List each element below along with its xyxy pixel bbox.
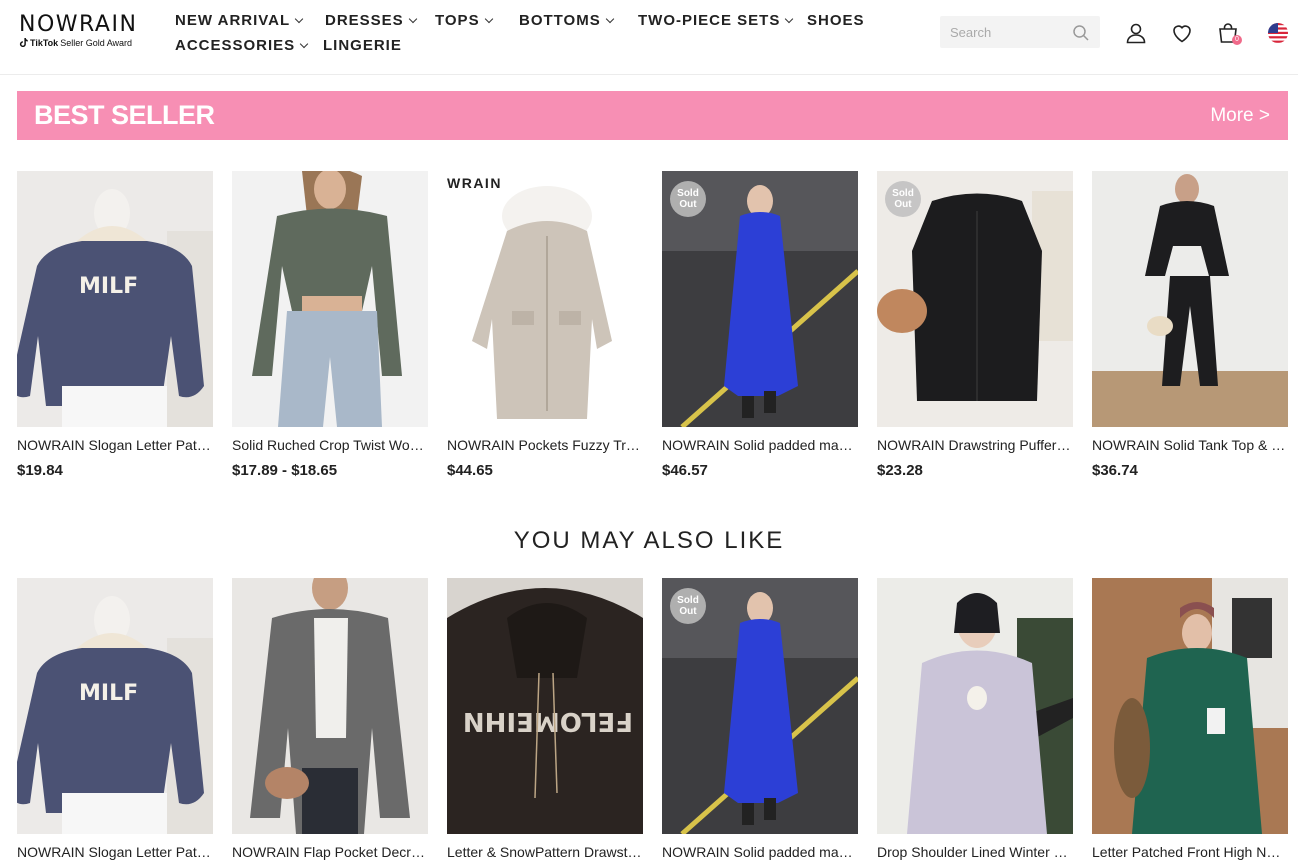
product-name[interactable]: NOWRAIN Pockets Fuzzy Trim Hooded Coat <box>447 437 643 453</box>
product-name[interactable]: NOWRAIN Solid padded maxi puffer coat <box>662 437 858 453</box>
product-card[interactable]: NOWRAIN Solid Tank Top & Jogger Set $36.… <box>1092 171 1288 479</box>
nav-label: LINGERIE <box>323 37 402 54</box>
product-card[interactable]: Sold Out NOWRAIN Solid padded maxi puffe… <box>662 578 858 860</box>
nav-label: TOPS <box>435 12 480 29</box>
product-name[interactable]: Letter & SnowPattern Drawstring Hoodie <box>447 844 643 860</box>
nav-label: DRESSES <box>325 12 404 29</box>
nav-label: NEW ARRIVAL <box>175 12 291 29</box>
cart-count-badge: 0 <box>1232 35 1242 45</box>
product-price: $17.89 - $18.65 <box>232 462 338 479</box>
product-image[interactable]: MILF <box>17 171 213 427</box>
more-link[interactable]: More > <box>1210 105 1270 127</box>
sold-out-badge: Sold Out <box>670 181 706 217</box>
nav-label: TWO-PIECE SETS <box>638 12 781 29</box>
product-card[interactable]: WRAIN NOWRAIN Pockets Fuzzy Trim Hooded … <box>447 171 643 479</box>
us-flag-icon[interactable] <box>1267 22 1289 44</box>
chevron-down-icon <box>605 14 614 23</box>
product-name[interactable]: NOWRAIN Slogan Letter Patched Hoodie <box>17 437 213 453</box>
chevron-down-icon <box>484 14 493 23</box>
chevron-down-icon <box>408 14 417 23</box>
product-card[interactable]: Sold Out NOWRAIN Drawstring Puffer Vest … <box>877 171 1073 479</box>
sold-out-badge: Sold Out <box>885 181 921 217</box>
nav-two-piece-sets[interactable]: TWO-PIECE SETS <box>638 12 794 29</box>
logo-wordmark: NOWRAIN <box>19 12 138 37</box>
product-image[interactable]: Sold Out <box>662 578 858 834</box>
you-may-also-like-title: YOU MAY ALSO LIKE <box>513 527 785 554</box>
chevron-down-icon <box>785 14 794 23</box>
product-name[interactable]: NOWRAIN Drawstring Puffer Vest <box>877 437 1073 453</box>
product-price: $23.28 <box>877 462 923 479</box>
product-card[interactable]: MILF NOWRAIN Slogan Letter Patched Hoodi… <box>17 171 213 479</box>
product-price: $46.57 <box>662 462 708 479</box>
product-image[interactable]: FELOMEIHN <box>447 578 643 834</box>
product-name[interactable]: NOWRAIN Flap Pocket Decro Jacket <box>232 844 428 860</box>
chevron-down-icon <box>294 14 304 23</box>
product-name[interactable]: NOWRAIN Solid padded maxi puffer coat <box>662 844 858 860</box>
product-card[interactable]: Letter Patched Front High Neck Jacket <box>1092 578 1288 860</box>
product-name[interactable]: NOWRAIN Solid Tank Top & Jogger Set <box>1092 437 1288 453</box>
cart-button[interactable]: 0 <box>1216 21 1242 45</box>
site-header: NOWRAIN TikTok Seller Gold Award NEW ARR… <box>0 0 1298 75</box>
product-name[interactable]: Solid Ruched Crop Twist Women Top <box>232 437 428 453</box>
logo-award-tag: TikTok Seller Gold Award <box>19 38 149 48</box>
search-icon[interactable] <box>1072 24 1090 42</box>
nav-new-arrival[interactable]: NEW ARRIVAL <box>175 12 304 29</box>
product-name[interactable]: NOWRAIN Slogan Letter Patched Hoodie <box>17 844 213 860</box>
best-seller-title: BEST SELLER <box>34 100 215 130</box>
product-card[interactable]: NOWRAIN Flap Pocket Decro Jacket <box>232 578 428 860</box>
nav-tops[interactable]: TOPS <box>435 12 493 29</box>
product-image[interactable] <box>877 578 1073 834</box>
product-card[interactable]: Drop Shoulder Lined Winter Coat <box>877 578 1073 860</box>
product-image[interactable] <box>232 171 428 427</box>
nav-dresses[interactable]: DRESSES <box>325 12 417 29</box>
product-image[interactable] <box>1092 171 1288 427</box>
nav-lingerie[interactable]: LINGERIE <box>323 37 402 54</box>
product-name[interactable]: Drop Shoulder Lined Winter Coat <box>877 844 1073 860</box>
search-box <box>940 16 1100 48</box>
svg-text:FELOMEIHN: FELOMEIHN <box>463 706 633 736</box>
logo-tag-brand: TikTok <box>30 38 59 48</box>
nav-label: SHOES <box>807 12 865 29</box>
product-image[interactable]: MILF <box>17 578 213 834</box>
svg-text:MILF: MILF <box>79 681 138 706</box>
nav-accessories[interactable]: ACCESSORIES <box>175 37 309 54</box>
account-icon[interactable] <box>1124 21 1148 45</box>
product-price: $44.65 <box>447 462 493 479</box>
logo[interactable]: NOWRAIN TikTok Seller Gold Award <box>19 12 149 49</box>
sold-out-badge: Sold Out <box>670 588 706 624</box>
nav-shoes[interactable]: SHOES <box>807 12 865 29</box>
tiktok-icon <box>19 38 28 48</box>
best-seller-banner: BEST SELLER More > <box>17 91 1288 140</box>
product-name[interactable]: Letter Patched Front High Neck Jacket <box>1092 844 1288 860</box>
nav-label: ACCESSORIES <box>175 37 296 54</box>
search-input[interactable] <box>940 24 1065 40</box>
wishlist-heart-icon[interactable] <box>1170 21 1194 45</box>
product-card[interactable]: Sold Out NOWRAIN Solid padded maxi puffe… <box>662 171 858 479</box>
product-image[interactable]: Sold Out <box>662 171 858 427</box>
product-image[interactable]: WRAIN <box>447 171 643 427</box>
chevron-down-icon <box>299 39 309 48</box>
svg-text:MILF: MILF <box>79 274 138 299</box>
product-price: $19.84 <box>17 462 63 479</box>
logo-tag-text: Seller Gold Award <box>60 38 133 48</box>
product-brand-stamp: WRAIN <box>447 175 502 191</box>
product-card[interactable]: Solid Ruched Crop Twist Women Top $17.89… <box>232 171 428 479</box>
nav-label: BOTTOMS <box>519 12 601 29</box>
product-card[interactable]: FELOMEIHN Letter & SnowPattern Drawstrin… <box>447 578 643 860</box>
product-image[interactable]: Sold Out <box>877 171 1073 427</box>
product-image[interactable] <box>1092 578 1288 834</box>
product-price: $36.74 <box>1092 462 1138 479</box>
nav-bottoms[interactable]: BOTTOMS <box>519 12 614 29</box>
product-card[interactable]: MILF NOWRAIN Slogan Letter Patched Hoodi… <box>17 578 213 860</box>
product-image[interactable] <box>232 578 428 834</box>
